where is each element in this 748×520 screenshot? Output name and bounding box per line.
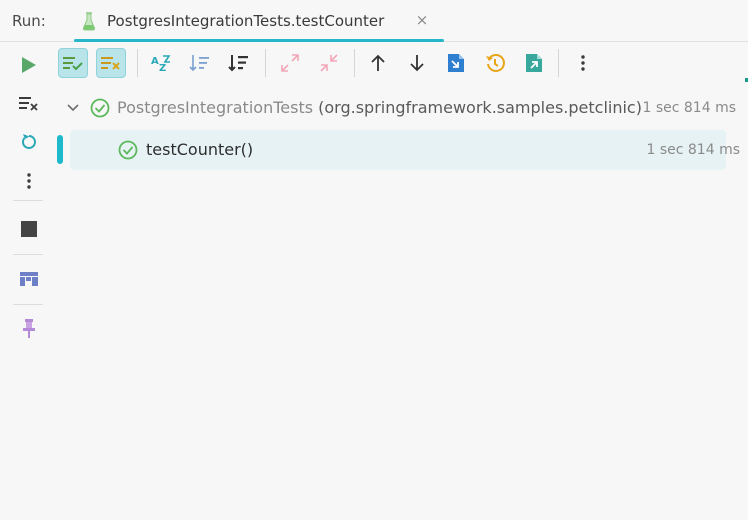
show-passed-button[interactable]: [58, 48, 88, 78]
chevron-down-icon[interactable]: [66, 101, 80, 115]
tab-test-run[interactable]: PostgresIntegrationTests.testCounter ×: [74, 0, 444, 42]
svg-text:Z: Z: [159, 63, 166, 72]
suite-duration: 1 sec 814 ms: [642, 100, 736, 116]
left-toolbar: [0, 42, 56, 520]
refresh-icon: [21, 134, 36, 149]
tree-row-suite[interactable]: PostgresIntegrationTests (org.springfram…: [56, 88, 736, 128]
separator: [265, 49, 266, 77]
more-actions-button[interactable]: [568, 48, 598, 78]
collapse-all-button[interactable]: [314, 48, 344, 78]
sort-descending-icon: [228, 55, 248, 72]
tree-row-test[interactable]: testCounter() 1 sec 814 ms: [70, 130, 740, 170]
separator: [13, 304, 43, 305]
test-toolbar: A Z: [56, 42, 748, 84]
sort-alphabetically-icon: A Z: [151, 55, 171, 72]
rerun-failed-button[interactable]: [16, 129, 42, 155]
check-circle-icon: [118, 140, 138, 160]
tab-title: PostgresIntegrationTests.testCounter: [107, 12, 385, 30]
clear-button[interactable]: [16, 90, 42, 116]
more-vertical-icon: [27, 173, 31, 189]
pin-icon: [23, 319, 35, 338]
test-flask-icon: [82, 12, 96, 31]
test-name: testCounter(): [146, 140, 254, 159]
arrow-up-icon: [371, 54, 385, 71]
run-tool-window-header: Run: PostgresIntegrationTests.testCounte…: [0, 0, 748, 42]
history-icon: [486, 54, 505, 72]
show-ignored-button[interactable]: [96, 48, 126, 78]
separator: [137, 49, 138, 77]
layout-icon: [20, 272, 38, 286]
separator: [13, 200, 43, 201]
more-vertical-icon: [581, 55, 585, 71]
play-icon: [22, 57, 36, 73]
clear-list-icon: [19, 97, 38, 111]
export-tests-icon: [526, 54, 542, 72]
rerun-button[interactable]: [16, 52, 42, 78]
test-history-button[interactable]: [480, 48, 510, 78]
next-failed-test-button[interactable]: [402, 48, 432, 78]
suite-class: PostgresIntegrationTests: [117, 98, 314, 117]
separator: [558, 49, 559, 77]
close-icon[interactable]: ×: [414, 11, 430, 29]
sort-button[interactable]: [224, 48, 254, 78]
separator: [354, 49, 355, 77]
test-duration: 1 sec 814 ms: [646, 142, 740, 158]
import-tests-icon: [448, 54, 464, 72]
expand-all-button[interactable]: [275, 48, 305, 78]
expand-all-icon: [281, 54, 299, 72]
sort-alphabetically-button[interactable]: A Z: [146, 48, 176, 78]
export-tests-button[interactable]: [519, 48, 549, 78]
pin-tab-button[interactable]: [16, 316, 42, 342]
check-circle-icon: [90, 98, 110, 118]
show-ignored-icon: [101, 57, 120, 70]
suite-name: PostgresIntegrationTests (org.springfram…: [117, 98, 642, 117]
import-tests-button[interactable]: [441, 48, 471, 78]
show-passed-icon: [63, 57, 83, 71]
layout-button[interactable]: [16, 266, 42, 292]
svg-text:A: A: [151, 56, 159, 67]
arrow-down-icon: [410, 55, 424, 72]
separator: [13, 254, 43, 255]
stop-icon: [21, 221, 37, 237]
selection-marker: [57, 135, 63, 164]
sort-by-duration-button[interactable]: [185, 48, 215, 78]
collapse-all-icon: [320, 54, 338, 72]
stop-button[interactable]: [16, 216, 42, 242]
previous-failed-test-button[interactable]: [363, 48, 393, 78]
sort-by-duration-icon: [189, 55, 209, 72]
suite-package: (org.springframework.samples.petclinic): [318, 98, 642, 117]
run-label: Run:: [12, 12, 46, 30]
more-options-button[interactable]: [16, 168, 42, 194]
